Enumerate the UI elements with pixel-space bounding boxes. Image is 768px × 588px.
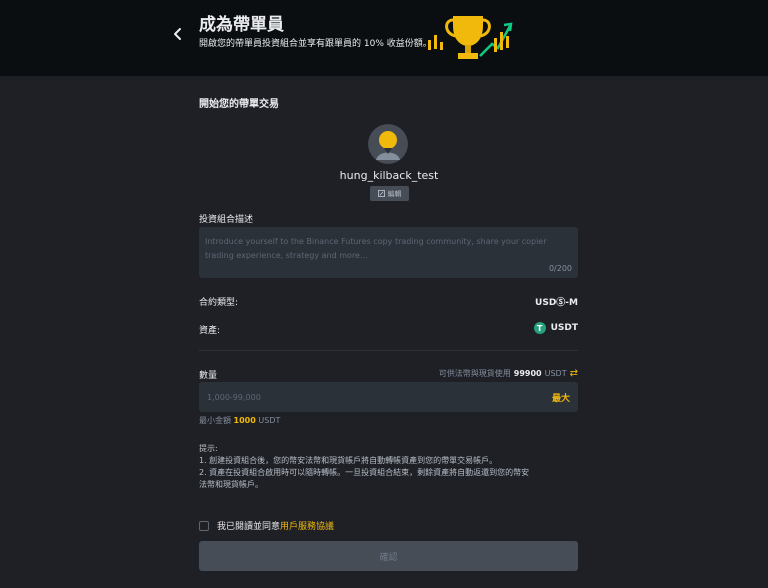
contract-type-value: USDⓈ-M	[535, 295, 578, 308]
tips-title: 提示:	[199, 444, 218, 453]
page-subtitle: 開啟您的帶單員投資組合並享有跟單員的 10% 收益份額。	[199, 39, 432, 49]
edit-label: 編輯	[387, 189, 402, 198]
contract-type-text: USDⓈ-M	[535, 298, 578, 308]
tips-line-2: 2. 資產在投資組合啟用時可以隨時轉帳。一旦投資組合結束，剩餘資產將自動返還到您…	[199, 468, 530, 477]
available-unit: USDT	[544, 369, 567, 378]
back-chevron-icon[interactable]	[168, 24, 188, 44]
available-balance: 可供法幣與現貨使用 99900 USDT ⇄	[439, 368, 578, 379]
description-field[interactable]: 0/200	[199, 227, 578, 278]
min-prefix: 最小金額	[199, 416, 231, 425]
available-amount: 99900	[513, 369, 542, 378]
contract-type-label: 合約類型:	[199, 298, 239, 308]
asset-label: 資產:	[199, 326, 221, 336]
min-amount: 最小金額 1000 USDT	[199, 415, 280, 426]
divider	[199, 350, 578, 351]
agreement-prefix: 我已閱讀並同意	[217, 522, 281, 532]
min-amount-value: 1000	[233, 416, 256, 425]
available-prefix: 可供法幣與現貨使用	[438, 369, 511, 378]
quantity-label: 數量	[199, 371, 218, 381]
asset-value: T USDT	[533, 322, 578, 334]
agreement-text: 我已閱讀並同意用戶服務協議	[217, 519, 334, 532]
asset-text: USDT	[550, 323, 578, 333]
page-title: 成為帶單員	[199, 15, 284, 35]
tether-icon: T	[533, 322, 546, 334]
username: hung_kilback_test	[339, 169, 439, 182]
tips-line-3: 法幣和現貨帳戶。	[199, 480, 263, 489]
edit-profile-button[interactable]: 編輯	[370, 186, 409, 201]
confirm-button[interactable]: 確認	[199, 541, 578, 571]
agreement-row: 我已閱讀並同意用戶服務協議	[199, 519, 334, 532]
min-unit: USDT	[258, 416, 281, 425]
max-button[interactable]: 最大	[552, 391, 570, 404]
description-counter: 0/200	[548, 264, 572, 273]
trophy-icon	[428, 16, 513, 59]
tips-line-1: 1. 創建投資組合後，您的幣安法幣和現貨帳戶將自動轉帳資產到您的帶單交易帳戶。	[199, 456, 498, 465]
avatar	[368, 124, 408, 164]
page-header: 成為帶單員 開啟您的帶單員投資組合並享有跟單員的 10% 收益份額。	[0, 0, 768, 76]
terms-link[interactable]: 用戶服務協議	[280, 522, 334, 532]
transfer-icon[interactable]: ⇄	[570, 368, 578, 379]
agreement-checkbox[interactable]	[199, 520, 209, 531]
quantity-field[interactable]: 最大	[199, 382, 578, 412]
description-input[interactable]	[205, 235, 572, 269]
section-title: 開始您的帶單交易	[199, 99, 279, 110]
description-label: 投資組合描述	[199, 215, 254, 225]
quantity-input[interactable]	[207, 392, 552, 402]
tips: 提示: 1. 創建投資組合後，您的幣安法幣和現貨帳戶將自動轉帳資產到您的帶單交易…	[199, 443, 584, 491]
edit-icon	[377, 190, 385, 197]
